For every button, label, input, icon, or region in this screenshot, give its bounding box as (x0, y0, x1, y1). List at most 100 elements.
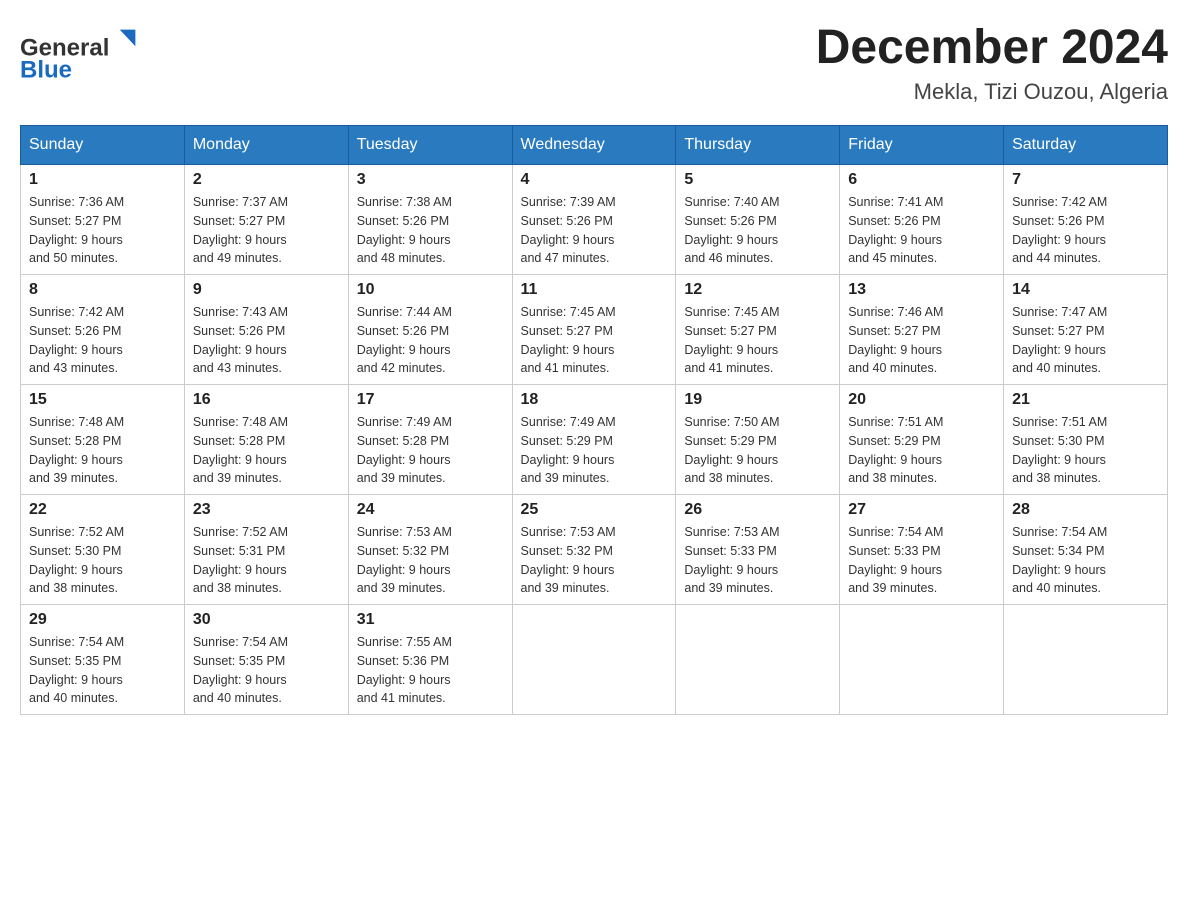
day-number: 5 (684, 171, 831, 189)
day-info: Sunrise: 7:53 AMSunset: 5:33 PMDaylight:… (684, 523, 831, 598)
weekday-header-friday: Friday (840, 126, 1004, 165)
day-number: 20 (848, 391, 995, 409)
day-info: Sunrise: 7:51 AMSunset: 5:29 PMDaylight:… (848, 413, 995, 488)
day-info: Sunrise: 7:38 AMSunset: 5:26 PMDaylight:… (357, 193, 504, 268)
day-number: 11 (521, 281, 668, 299)
calendar-cell: 23 Sunrise: 7:52 AMSunset: 5:31 PMDayligh… (184, 495, 348, 605)
day-info: Sunrise: 7:51 AMSunset: 5:30 PMDaylight:… (1012, 413, 1159, 488)
day-info: Sunrise: 7:52 AMSunset: 5:31 PMDaylight:… (193, 523, 340, 598)
day-number: 15 (29, 391, 176, 409)
day-info: Sunrise: 7:46 AMSunset: 5:27 PMDaylight:… (848, 303, 995, 378)
day-info: Sunrise: 7:49 AMSunset: 5:29 PMDaylight:… (521, 413, 668, 488)
day-info: Sunrise: 7:44 AMSunset: 5:26 PMDaylight:… (357, 303, 504, 378)
day-info: Sunrise: 7:37 AMSunset: 5:27 PMDaylight:… (193, 193, 340, 268)
day-number: 16 (193, 391, 340, 409)
day-number: 22 (29, 501, 176, 519)
day-number: 8 (29, 281, 176, 299)
day-info: Sunrise: 7:55 AMSunset: 5:36 PMDaylight:… (357, 633, 504, 708)
day-number: 17 (357, 391, 504, 409)
day-number: 18 (521, 391, 668, 409)
day-info: Sunrise: 7:42 AMSunset: 5:26 PMDaylight:… (1012, 193, 1159, 268)
calendar-cell: 4Sunrise: 7:39 AMSunset: 5:26 PMDaylight… (512, 165, 676, 275)
day-number: 25 (521, 501, 668, 519)
day-info: Sunrise: 7:50 AMSunset: 5:29 PMDaylight:… (684, 413, 831, 488)
day-info: Sunrise: 7:54 AMSunset: 5:35 PMDaylight:… (29, 633, 176, 708)
logo: General Blue (20, 20, 140, 90)
calendar-week-row: 22 Sunrise: 7:52 AMSunset: 5:30 PMDayligh… (21, 495, 1168, 605)
title-section: December 2024 Mekla, Tizi Ouzou, Algeria (816, 20, 1168, 105)
calendar-cell: 1 Sunrise: 7:36 AMSunset: 5:27 PMDaylight… (21, 165, 185, 275)
day-number: 29 (29, 611, 176, 629)
svg-text:Blue: Blue (20, 57, 72, 84)
day-number: 13 (848, 281, 995, 299)
calendar-cell: 10Sunrise: 7:44 AMSunset: 5:26 PMDayligh… (348, 275, 512, 385)
day-info: Sunrise: 7:45 AMSunset: 5:27 PMDaylight:… (521, 303, 668, 378)
day-number: 31 (357, 611, 504, 629)
day-number: 23 (193, 501, 340, 519)
calendar-cell: 16 Sunrise: 7:48 AMSunset: 5:28 PMDayligh… (184, 385, 348, 495)
day-info: Sunrise: 7:54 AMSunset: 5:33 PMDaylight:… (848, 523, 995, 598)
day-info: Sunrise: 7:52 AMSunset: 5:30 PMDaylight:… (29, 523, 176, 598)
calendar-cell: 22 Sunrise: 7:52 AMSunset: 5:30 PMDayligh… (21, 495, 185, 605)
calendar-cell: 27 Sunrise: 7:54 AMSunset: 5:33 PMDayligh… (840, 495, 1004, 605)
calendar-cell: 11 Sunrise: 7:45 AMSunset: 5:27 PMDayligh… (512, 275, 676, 385)
calendar-cell: 28Sunrise: 7:54 AMSunset: 5:34 PMDayligh… (1004, 495, 1168, 605)
day-number: 3 (357, 171, 504, 189)
calendar-cell: 12 Sunrise: 7:45 AMSunset: 5:27 PMDayligh… (676, 275, 840, 385)
calendar-week-row: 8 Sunrise: 7:42 AMSunset: 5:26 PMDaylight… (21, 275, 1168, 385)
month-title: December 2024 (816, 20, 1168, 75)
day-number: 27 (848, 501, 995, 519)
weekday-header-monday: Monday (184, 126, 348, 165)
day-number: 1 (29, 171, 176, 189)
day-number: 2 (193, 171, 340, 189)
calendar-table: SundayMondayTuesdayWednesdayThursdayFrid… (20, 125, 1168, 715)
weekday-header-wednesday: Wednesday (512, 126, 676, 165)
day-info: Sunrise: 7:47 AMSunset: 5:27 PMDaylight:… (1012, 303, 1159, 378)
day-info: Sunrise: 7:53 AMSunset: 5:32 PMDaylight:… (357, 523, 504, 598)
day-info: Sunrise: 7:54 AMSunset: 5:35 PMDaylight:… (193, 633, 340, 708)
day-number: 24 (357, 501, 504, 519)
calendar-cell: 7 Sunrise: 7:42 AMSunset: 5:26 PMDaylight… (1004, 165, 1168, 275)
day-info: Sunrise: 7:45 AMSunset: 5:27 PMDaylight:… (684, 303, 831, 378)
weekday-header-thursday: Thursday (676, 126, 840, 165)
calendar-cell (1004, 605, 1168, 715)
calendar-cell (676, 605, 840, 715)
calendar-cell (840, 605, 1004, 715)
calendar-cell: 17 Sunrise: 7:49 AMSunset: 5:28 PMDayligh… (348, 385, 512, 495)
weekday-header-sunday: Sunday (21, 126, 185, 165)
calendar-week-row: 1 Sunrise: 7:36 AMSunset: 5:27 PMDaylight… (21, 165, 1168, 275)
calendar-cell: 31 Sunrise: 7:55 AMSunset: 5:36 PMDayligh… (348, 605, 512, 715)
calendar-cell: 8 Sunrise: 7:42 AMSunset: 5:26 PMDaylight… (21, 275, 185, 385)
calendar-cell: 2 Sunrise: 7:37 AMSunset: 5:27 PMDaylight… (184, 165, 348, 275)
day-number: 7 (1012, 171, 1159, 189)
calendar-cell: 5 Sunrise: 7:40 AMSunset: 5:26 PMDaylight… (676, 165, 840, 275)
day-info: Sunrise: 7:39 AMSunset: 5:26 PMDaylight:… (521, 193, 668, 268)
day-info: Sunrise: 7:43 AMSunset: 5:26 PMDaylight:… (193, 303, 340, 378)
day-number: 19 (684, 391, 831, 409)
weekday-header-row: SundayMondayTuesdayWednesdayThursdayFrid… (21, 126, 1168, 165)
day-info: Sunrise: 7:49 AMSunset: 5:28 PMDaylight:… (357, 413, 504, 488)
calendar-cell: 14 Sunrise: 7:47 AMSunset: 5:27 PMDayligh… (1004, 275, 1168, 385)
calendar-cell: 25Sunrise: 7:53 AMSunset: 5:32 PMDayligh… (512, 495, 676, 605)
calendar-week-row: 29 Sunrise: 7:54 AMSunset: 5:35 PMDayligh… (21, 605, 1168, 715)
day-info: Sunrise: 7:48 AMSunset: 5:28 PMDaylight:… (193, 413, 340, 488)
calendar-cell: 18 Sunrise: 7:49 AMSunset: 5:29 PMDayligh… (512, 385, 676, 495)
day-info: Sunrise: 7:36 AMSunset: 5:27 PMDaylight:… (29, 193, 176, 268)
location: Mekla, Tizi Ouzou, Algeria (816, 79, 1168, 105)
calendar-cell: 30 Sunrise: 7:54 AMSunset: 5:35 PMDayligh… (184, 605, 348, 715)
calendar-cell: 6 Sunrise: 7:41 AMSunset: 5:26 PMDaylight… (840, 165, 1004, 275)
day-info: Sunrise: 7:40 AMSunset: 5:26 PMDaylight:… (684, 193, 831, 268)
calendar-cell: 21Sunrise: 7:51 AMSunset: 5:30 PMDayligh… (1004, 385, 1168, 495)
logo-svg: General Blue (20, 20, 140, 90)
day-number: 12 (684, 281, 831, 299)
calendar-cell: 20 Sunrise: 7:51 AMSunset: 5:29 PMDayligh… (840, 385, 1004, 495)
day-info: Sunrise: 7:41 AMSunset: 5:26 PMDaylight:… (848, 193, 995, 268)
day-number: 6 (848, 171, 995, 189)
day-number: 28 (1012, 501, 1159, 519)
weekday-header-saturday: Saturday (1004, 126, 1168, 165)
day-number: 30 (193, 611, 340, 629)
day-number: 14 (1012, 281, 1159, 299)
calendar-cell: 9Sunrise: 7:43 AMSunset: 5:26 PMDaylight… (184, 275, 348, 385)
calendar-cell: 19 Sunrise: 7:50 AMSunset: 5:29 PMDayligh… (676, 385, 840, 495)
day-info: Sunrise: 7:42 AMSunset: 5:26 PMDaylight:… (29, 303, 176, 378)
